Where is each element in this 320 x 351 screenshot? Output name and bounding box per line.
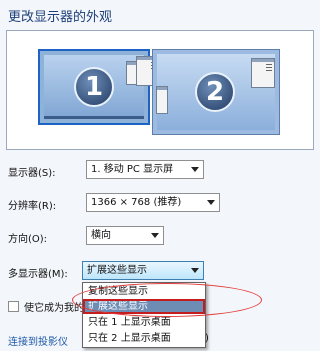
display-select[interactable]: 1. 移动 PC 显示屏: [86, 160, 204, 179]
chevron-down-icon: [191, 268, 199, 273]
orientation-select-value: 横向: [91, 230, 111, 241]
orientation-label: 方向(O):: [8, 234, 48, 245]
multi-display-label: 多显示器(M):: [8, 269, 68, 280]
connect-projector-link[interactable]: 连接到投影仪: [8, 333, 68, 348]
display-preview: 1 2: [6, 30, 314, 150]
orientation-select[interactable]: 横向: [86, 226, 164, 245]
chevron-down-icon: [207, 200, 215, 205]
multi-display-select-value: 扩展这些显示: [87, 265, 147, 276]
option-duplicate[interactable]: 复制这些显示: [83, 284, 205, 299]
option-only-1[interactable]: 只在 1 上显示桌面: [83, 315, 205, 330]
monitor-2[interactable]: 2: [152, 49, 280, 135]
resolution-label: 分辨率(R):: [8, 201, 57, 212]
display-label: 显示器(S):: [8, 168, 56, 179]
window-thumbnail-icon: [156, 86, 168, 114]
display-select-value: 1. 移动 PC 显示屏: [91, 164, 174, 175]
chevron-down-icon: [191, 167, 199, 172]
monitor-1[interactable]: 1: [38, 49, 160, 125]
main-display-label: 使它成为我的: [24, 303, 84, 314]
multi-display-dropdown-list: 复制这些显示 扩展这些显示 只在 1 上显示桌面 只在 2 上显示桌面: [82, 282, 206, 348]
multi-display-select[interactable]: 扩展这些显示: [82, 261, 204, 280]
page-title: 更改显示器的外观: [8, 10, 113, 25]
option-extend[interactable]: 扩展这些显示: [83, 299, 205, 314]
monitor-1-number: 1: [74, 67, 114, 107]
window-thumbnail-icon: [251, 58, 275, 88]
resolution-select-value: 1366 × 768 (推荐): [91, 197, 182, 208]
main-display-checkbox[interactable]: [8, 301, 19, 312]
chevron-down-icon: [151, 233, 159, 238]
monitor-2-number: 2: [195, 72, 235, 112]
resolution-select[interactable]: 1366 × 768 (推荐): [86, 193, 220, 212]
option-only-2[interactable]: 只在 2 上显示桌面: [83, 331, 205, 346]
taskbar: [44, 116, 144, 119]
